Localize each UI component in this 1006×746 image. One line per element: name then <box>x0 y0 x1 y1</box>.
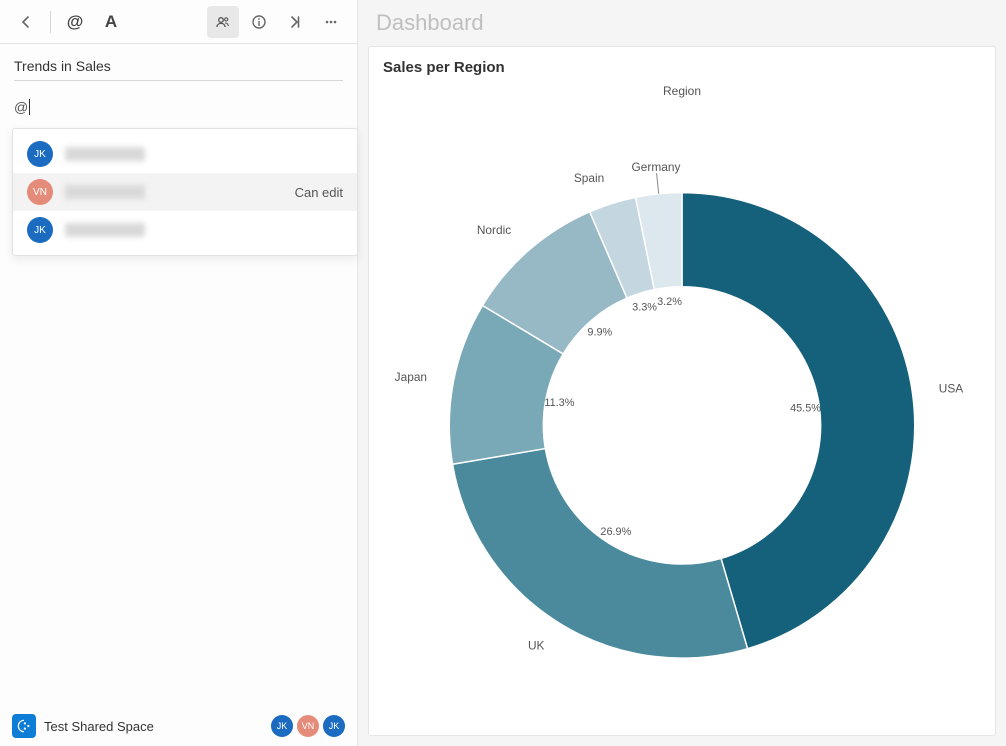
chart-legend-title: Region <box>375 84 989 98</box>
slice-percent: 11.3% <box>544 397 574 409</box>
slice-percent: 45.5% <box>790 403 821 415</box>
avatar: JK <box>27 141 53 167</box>
donut-chart: USA 45.5% UK 26.9% Japan 11.3% Nordic 9.9% Spain… <box>375 102 989 725</box>
mention-name-redacted <box>65 223 145 237</box>
label-leader-line <box>657 173 659 194</box>
donut-slice[interactable] <box>453 449 748 659</box>
slice-percent: 3.2% <box>657 296 682 308</box>
space-name: Test Shared Space <box>44 719 263 734</box>
people-icon <box>215 14 231 30</box>
more-horizontal-icon <box>323 14 339 30</box>
slice-percent: 3.3% <box>632 301 657 313</box>
space-member-avatars: JKVNJK <box>271 715 345 737</box>
mention-dropdown: JK VN Can edit JK <box>12 128 358 256</box>
slice-label: USA <box>939 381 963 395</box>
mention-button[interactable]: @ <box>59 6 91 38</box>
slice-label: UK <box>528 638 545 652</box>
avatar: JK <box>323 715 345 737</box>
note-title: Trends in Sales <box>14 58 343 81</box>
main-area: Dashboard Sales per Region Region USA 45.… <box>358 0 1006 746</box>
notes-panel: @ A Trends in Sales @ JKVNCan editJK <box>0 0 358 746</box>
more-button[interactable] <box>315 6 347 38</box>
note-content: Trends in Sales @ <box>0 44 357 115</box>
mention-item[interactable]: VN Can edit <box>13 173 357 211</box>
space-icon <box>12 714 36 738</box>
note-input-text: @ <box>14 99 28 115</box>
slice-percent: 9.9% <box>587 326 612 338</box>
toolbar-divider <box>50 11 51 33</box>
panel-footer: Test Shared Space JKVNJK <box>0 706 357 746</box>
mention-permission: Can edit <box>295 185 343 200</box>
mention-item[interactable]: JK <box>13 135 357 173</box>
chart-body[interactable]: USA 45.5% UK 26.9% Japan 11.3% Nordic 9.9% Spain… <box>375 102 989 725</box>
text-cursor <box>29 99 30 115</box>
people-button[interactable] <box>207 6 239 38</box>
avatar: JK <box>271 715 293 737</box>
back-button[interactable] <box>10 6 42 38</box>
info-icon <box>251 14 267 30</box>
text-a-icon: A <box>105 12 117 32</box>
note-input[interactable]: @ <box>14 99 343 115</box>
slice-label: Spain <box>574 171 604 185</box>
text-format-button[interactable]: A <box>95 6 127 38</box>
info-button[interactable] <box>243 6 275 38</box>
skip-end-icon <box>287 14 303 30</box>
slice-label: Germany <box>632 160 681 174</box>
avatar: VN <box>27 179 53 205</box>
avatar: VN <box>297 715 319 737</box>
skip-end-button[interactable] <box>279 6 311 38</box>
chevron-left-icon <box>18 14 34 30</box>
slice-percent: 26.9% <box>600 526 631 538</box>
panel-toolbar: @ A <box>0 0 357 44</box>
chart-card: Sales per Region Region USA 45.5% UK 26.9% J… <box>368 46 996 736</box>
slice-label: Japan <box>395 370 427 384</box>
avatar: JK <box>27 217 53 243</box>
mention-item[interactable]: JK <box>13 211 357 249</box>
chart-title: Sales per Region <box>375 53 989 78</box>
at-icon: @ <box>67 12 84 32</box>
slice-label: Nordic <box>477 223 511 237</box>
mention-name-redacted <box>65 185 145 199</box>
mention-name-redacted <box>65 147 145 161</box>
page-title: Dashboard <box>358 0 1006 40</box>
